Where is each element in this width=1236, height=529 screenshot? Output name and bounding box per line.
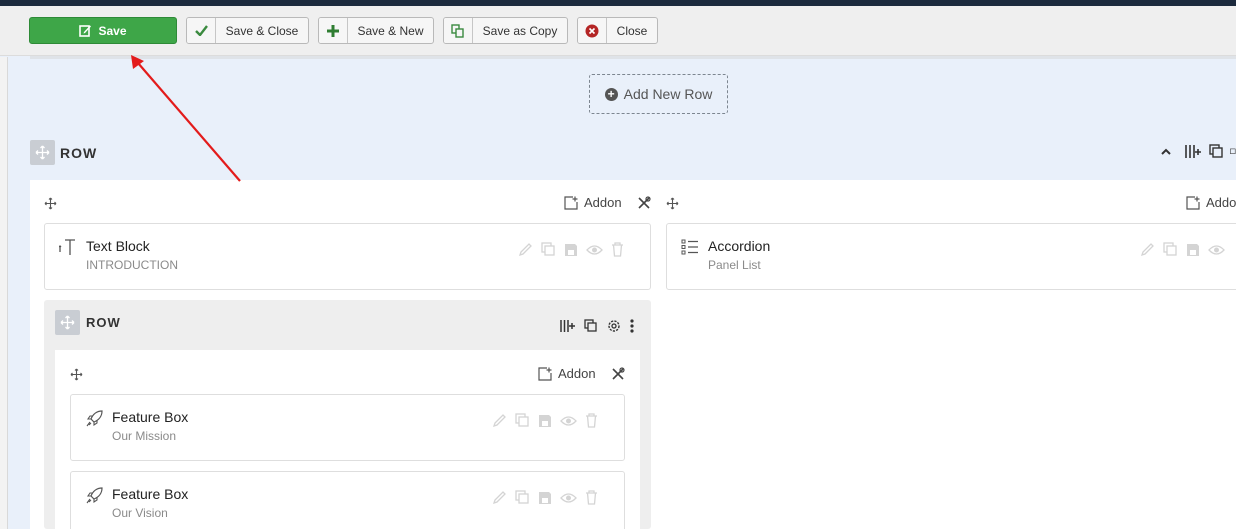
annotation-arrow — [131, 55, 241, 182]
